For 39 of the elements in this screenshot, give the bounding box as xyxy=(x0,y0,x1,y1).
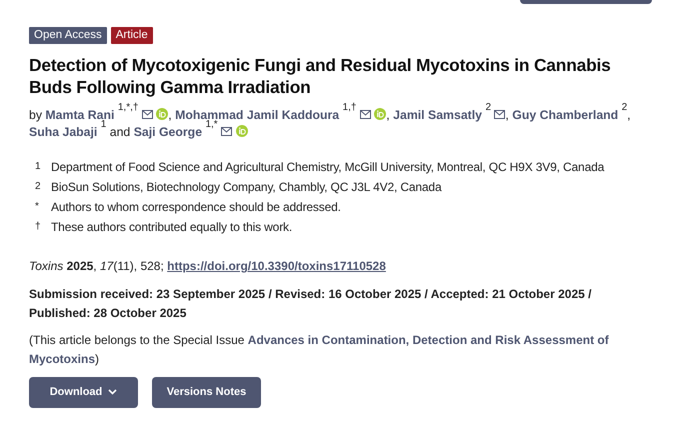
affiliation-marks: 1,† xyxy=(342,102,356,113)
note-mark: † xyxy=(35,220,42,234)
comma-text: , xyxy=(168,108,172,122)
article-title: Detection of Mycotoxigenic Fungi and Residual Mycotoxins in Cannabis Buds Following Gamma Irradiation xyxy=(29,54,612,98)
email-icon[interactable] xyxy=(221,127,232,136)
author-link[interactable]: Jamil Samsatly xyxy=(393,108,482,122)
comma-text: , xyxy=(505,108,509,122)
affiliation-marks: 2 xyxy=(622,102,628,113)
author-link[interactable]: Guy Chamberland xyxy=(512,108,618,122)
affiliation-marks: 1 xyxy=(100,119,106,130)
citation-text: Toxins 2025, 17(11), 528; https://doi.org/10.3390/toxins17110528 xyxy=(29,258,387,275)
byline-prefix: by xyxy=(29,108,42,122)
comma-text: , xyxy=(627,108,631,122)
affiliation-text: Department of Food Science and Agricultural Chemistry, McGill University, Montreal, QC H9X 3V9, Canada xyxy=(51,159,604,175)
affiliation-marks: 1,*,† xyxy=(118,102,138,113)
affiliation-marks: 1,* xyxy=(205,119,218,130)
versions-button[interactable]: Versions Notes xyxy=(152,377,261,408)
email-icon[interactable] xyxy=(494,110,506,119)
download-button[interactable]: Download xyxy=(29,377,138,408)
note-mark: * xyxy=(35,200,40,214)
affiliation-text: Authors to whom correspondence should be addressed. xyxy=(51,199,341,215)
submission-dates: Submission received: 23 September 2025 / Revised: 16 October 2025 / Accepted: 21 October 2025 / Published: 28 October 2025 xyxy=(29,286,592,322)
email-icon[interactable] xyxy=(360,110,371,119)
affiliation-text: BioSun Solutions, Biotechnology Company, Chambly, QC J3L 4V2, Canada xyxy=(51,179,442,195)
author-link[interactable]: Saji George xyxy=(134,125,202,139)
conjunction-text: and xyxy=(108,125,130,139)
note-mark: 2 xyxy=(35,180,42,194)
badge-label: Open Access xyxy=(29,27,107,44)
note-mark: 1 xyxy=(35,160,42,174)
special-issue-text: (This article belongs to the Special Issue Advances in Contamination, Detection and Risk Assessment of Mycotoxins) xyxy=(29,332,610,368)
special-issue-link[interactable]: Mycotoxins xyxy=(29,352,96,366)
doi-link[interactable]: https://doi.org/10.3390/toxins17110528 xyxy=(167,259,386,273)
comma-text: , xyxy=(386,108,390,122)
affiliation-marks: 2 xyxy=(485,102,491,113)
author-link[interactable]: Suha Jabaji xyxy=(29,125,98,139)
special-issue-link[interactable]: Advances in Contamination, Detection and Risk Assessment of xyxy=(248,333,609,347)
badge-label: Article xyxy=(110,27,153,44)
email-icon[interactable] xyxy=(142,110,153,119)
affiliation-text: These authors contributed equally to this work. xyxy=(51,219,292,235)
